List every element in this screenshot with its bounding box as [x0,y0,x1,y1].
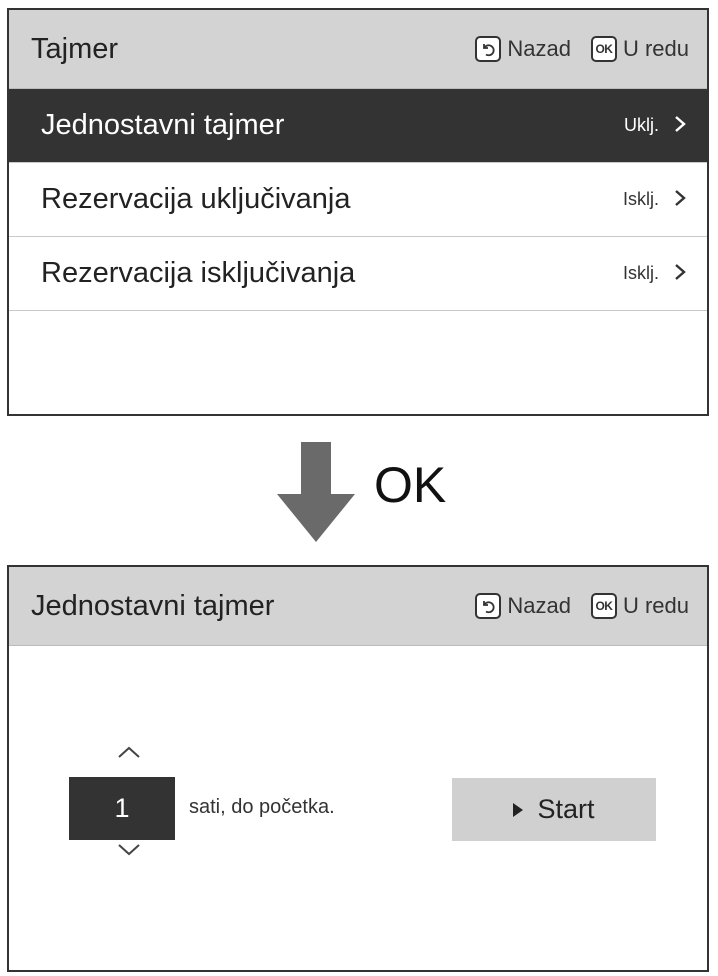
timer-menu-panel: Tajmer Nazad OK U redu Jednostavni tajme… [7,8,709,416]
back-icon [475,36,502,62]
ok-icon: OK [590,36,617,62]
ok-label: U redu [622,36,689,61]
status-value: Uklj. [624,115,659,135]
page-title: Tajmer [31,32,119,65]
back-button[interactable]: Nazad [475,36,571,62]
menu-item-off-reservation[interactable]: Rezervacija isključivanja Isklj. [9,237,707,311]
ok-label: U redu [622,593,689,618]
arrow-down-icon [277,442,355,547]
menu-item-label: Jednostavni tajmer [41,109,285,141]
ok-button[interactable]: OK U redu [590,36,689,62]
play-icon [513,802,524,817]
start-label: Start [537,794,595,824]
status-value: Isklj. [623,263,659,283]
back-label: Nazad [507,36,571,61]
page-title: Jednostavni tajmer [31,589,275,622]
menu-item-label: Rezervacija isključivanja [41,257,356,289]
hours-value[interactable]: 1 [69,777,175,840]
chevron-right-icon [673,110,687,141]
timer-menu-header: Tajmer Nazad OK U redu [9,10,707,89]
menu-item-on-reservation[interactable]: Rezervacija uključivanja Isklj. [9,163,707,237]
transition-label: OK [374,457,447,513]
back-label: Nazad [507,593,571,618]
chevron-right-icon [673,258,687,289]
chevron-right-icon [673,184,687,215]
back-button[interactable]: Nazad [475,593,571,619]
menu-item-simple-timer[interactable]: Jednostavni tajmer Uklj. [9,89,707,163]
status-value: Isklj. [623,189,659,209]
ok-button[interactable]: OK U redu [590,593,689,619]
back-icon [475,593,502,619]
simple-timer-header: Jednostavni tajmer Nazad OK U redu [9,567,707,646]
ok-icon: OK [590,593,617,619]
chevron-up-icon[interactable] [117,745,141,764]
chevron-down-icon[interactable] [117,843,141,862]
menu-item-label: Rezervacija uključivanja [41,183,351,215]
simple-timer-panel: Jednostavni tajmer Nazad OK U redu 1 sat… [7,565,709,972]
start-button[interactable]: Start [452,778,656,841]
hours-label: sati, do početka. [189,796,335,818]
